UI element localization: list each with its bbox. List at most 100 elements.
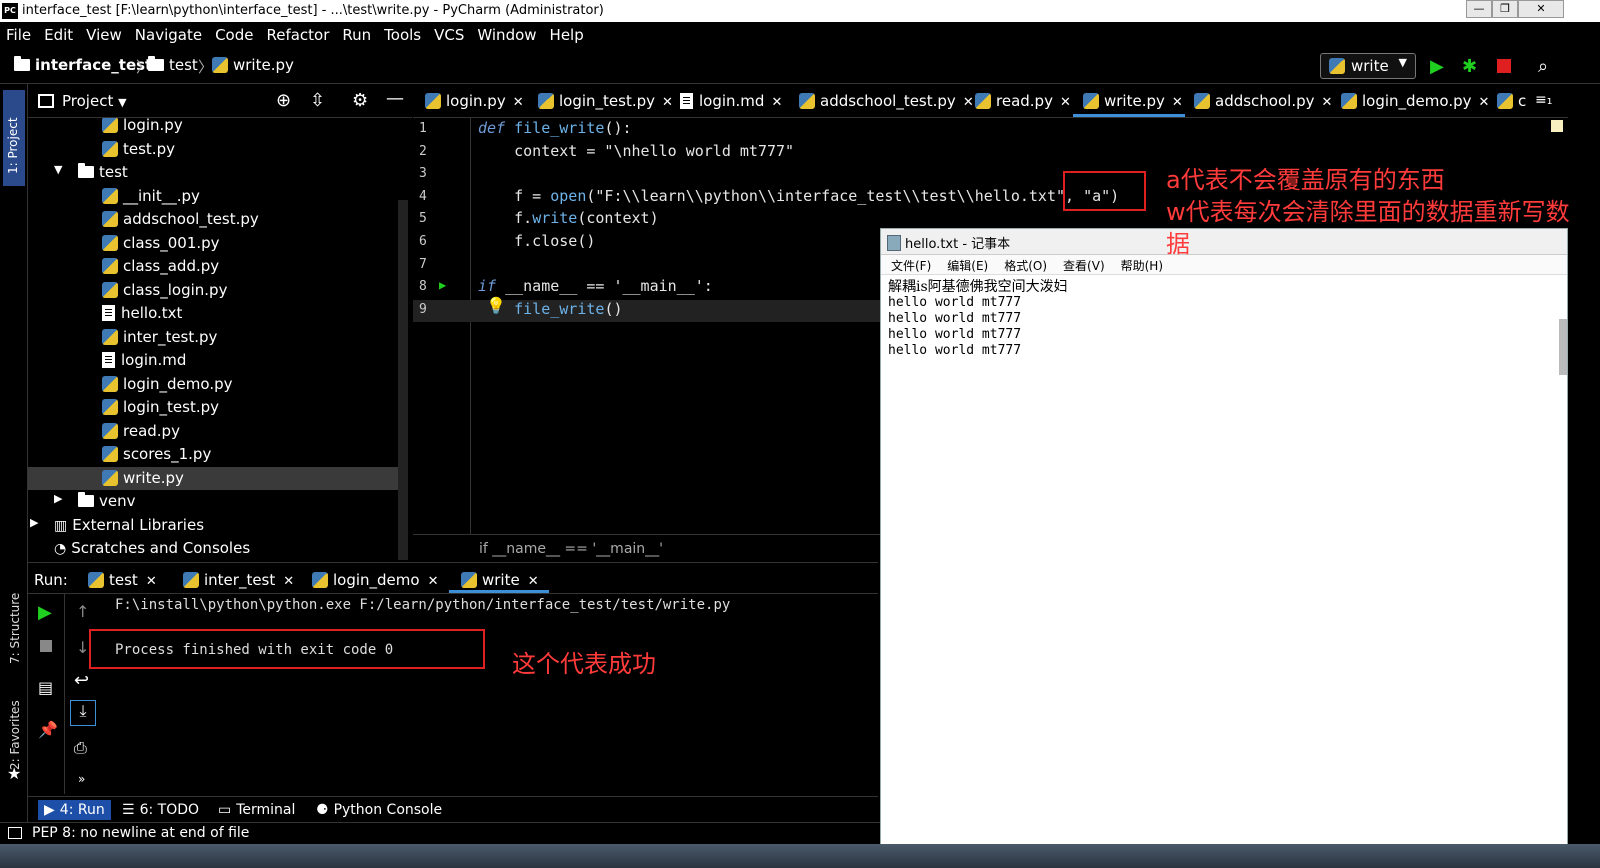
project-view-select[interactable]: Project ▼ <box>62 92 127 110</box>
menu-view[interactable]: View <box>86 26 122 44</box>
rerun-icon[interactable]: ▶ <box>38 602 52 623</box>
run-gutter-icon[interactable]: ▶ <box>439 278 446 292</box>
menu-window[interactable]: Window <box>477 26 536 44</box>
editor-tab[interactable]: login_test.py ✕ <box>538 92 673 110</box>
editor-tab[interactable]: login_demo.py ✕ <box>1341 92 1489 110</box>
notepad-menu-item[interactable]: 查看(V) <box>1063 259 1105 273</box>
run-tab[interactable]: write ✕ <box>461 571 539 589</box>
breadcrumb-file[interactable]: write.py <box>212 56 294 74</box>
stop-icon[interactable] <box>40 640 52 652</box>
notepad-menu-item[interactable]: 帮助(H) <box>1121 259 1163 273</box>
close-icon[interactable]: ✕ <box>771 95 782 110</box>
tree-item[interactable]: hello.txt <box>28 302 398 325</box>
project-tree-scrollbar[interactable] <box>398 200 408 560</box>
close-window-button[interactable]: ✕ <box>1518 0 1564 18</box>
close-icon[interactable]: ✕ <box>963 95 974 110</box>
tab-overflow-icon[interactable]: ≡₁ <box>1535 92 1552 108</box>
notepad-window[interactable]: hello.txt - 记事本 文件(F) 编辑(E) 格式(O) 查看(V) 帮助(H… <box>880 228 1568 868</box>
window-title-bar[interactable]: PC interface_test [F:\learn\python\inter… <box>0 0 1600 22</box>
notepad-scrollbar[interactable] <box>1559 319 1567 375</box>
editor-tab[interactable]: write.py ✕ <box>1083 92 1183 110</box>
bottom-tool-button[interactable]: ☰ 6: TODO <box>122 802 199 818</box>
debug-button[interactable]: ✱ <box>1462 56 1477 77</box>
tree-item[interactable]: ▶ ▥ External Libraries <box>28 514 398 537</box>
tree-item[interactable]: class_001.py <box>28 232 398 255</box>
code-line[interactable]: file_write() <box>478 300 622 318</box>
editor-tab[interactable]: c <box>1497 92 1526 110</box>
menu-refactor[interactable]: Refactor <box>266 26 329 44</box>
notepad-menu-item[interactable]: 编辑(E) <box>947 259 988 273</box>
menu-tools[interactable]: Tools <box>384 26 421 44</box>
notepad-menu-item[interactable]: 格式(O) <box>1004 259 1047 273</box>
menu-code[interactable]: Code <box>215 26 253 44</box>
notepad-title-bar[interactable]: hello.txt - 记事本 <box>881 229 1567 255</box>
menu-edit[interactable]: Edit <box>44 26 73 44</box>
inspection-indicator[interactable] <box>1551 120 1563 132</box>
run-tab[interactable]: login_demo ✕ <box>312 571 439 589</box>
locate-icon[interactable]: ⊕ <box>276 90 291 111</box>
run-tab[interactable]: test ✕ <box>88 571 157 589</box>
close-icon[interactable]: ✕ <box>428 574 439 589</box>
editor-tab[interactable]: read.py ✕ <box>975 92 1071 110</box>
code-line[interactable]: def file_write(): <box>478 119 632 137</box>
code-line[interactable]: f = open("F:\\learn\\python\\interface_t… <box>478 187 1119 205</box>
gear-icon[interactable]: ⚙ <box>352 90 368 111</box>
tree-item[interactable]: inter_test.py <box>28 326 398 349</box>
code-line[interactable]: f.write(context) <box>478 209 659 227</box>
tree-item[interactable]: ◔ Scratches and Consoles <box>28 537 398 560</box>
maximize-button[interactable]: ❐ <box>1492 0 1518 18</box>
layout-icon[interactable]: ▤ <box>38 678 53 697</box>
collapse-all-icon[interactable]: ⇳ <box>310 90 325 111</box>
tree-item[interactable]: scores_1.py <box>28 443 398 466</box>
close-icon[interactable]: ✕ <box>1478 95 1489 110</box>
run-console[interactable]: F:\install\python\python.exe F:/learn/py… <box>101 594 878 794</box>
tree-item[interactable]: read.py <box>28 420 398 443</box>
tree-item[interactable]: login.md <box>28 349 398 372</box>
run-tab[interactable]: inter_test ✕ <box>183 571 294 589</box>
breadcrumb-folder[interactable]: test <box>148 56 198 74</box>
tree-item[interactable]: login_test.py <box>28 396 398 419</box>
notepad-menu-item[interactable]: 文件(F) <box>891 259 931 273</box>
tree-item[interactable]: ▼ test <box>28 161 398 184</box>
structure-tool-button[interactable]: 7: Structure <box>8 593 22 664</box>
tree-item[interactable]: write.py <box>28 466 398 490</box>
menu-vcs[interactable]: VCS <box>434 26 464 44</box>
close-icon[interactable]: ✕ <box>662 95 673 110</box>
scroll-down-icon[interactable]: ↓ <box>76 638 89 657</box>
menu-navigate[interactable]: Navigate <box>135 26 202 44</box>
menu-run[interactable]: Run <box>342 26 371 44</box>
close-icon[interactable]: ✕ <box>1322 95 1333 110</box>
expand-toggle-icon[interactable]: ▼ <box>54 163 62 176</box>
scroll-to-end-icon[interactable]: ⤓ <box>70 700 96 726</box>
close-icon[interactable]: ✕ <box>1060 95 1071 110</box>
scroll-up-icon[interactable]: ↑ <box>76 602 89 621</box>
tree-item[interactable]: login.py <box>28 118 398 137</box>
tree-item[interactable]: class_login.py <box>28 279 398 302</box>
pin-icon[interactable]: 📌 <box>38 720 58 739</box>
breadcrumb-project[interactable]: interface_test <box>14 56 152 74</box>
editor-tab[interactable]: addschool.py ✕ <box>1194 92 1332 110</box>
bottom-tool-button[interactable]: ▭ Terminal <box>218 802 295 818</box>
editor-tab[interactable]: addschool_test.py ✕ <box>799 92 974 110</box>
tree-item[interactable]: __init__.py <box>28 185 398 208</box>
close-icon[interactable]: ✕ <box>283 574 294 589</box>
tree-item[interactable]: test.py <box>28 138 398 161</box>
run-configuration-select[interactable]: write ▼ <box>1320 53 1416 79</box>
favorites-tool-button[interactable]: 2: Favorites <box>8 700 22 770</box>
code-line[interactable]: if __name__ == '__main__': <box>478 277 713 295</box>
menu-file[interactable]: File <box>6 26 31 44</box>
print-icon[interactable]: ⎙ <box>74 738 87 758</box>
tree-item[interactable]: addschool_test.py <box>28 208 398 231</box>
editor-tab[interactable]: login.py ✕ <box>425 92 524 110</box>
menu-help[interactable]: Help <box>550 26 584 44</box>
tree-item[interactable]: class_add.py <box>28 255 398 278</box>
hide-panel-icon[interactable]: — <box>386 88 404 109</box>
code-line[interactable]: context = "\nhello world mt777" <box>478 142 794 160</box>
expand-toggle-icon[interactable]: ▶ <box>54 492 62 505</box>
stop-button[interactable] <box>1497 59 1511 73</box>
bottom-tool-button[interactable]: ⚈ Python Console <box>316 802 442 818</box>
editor-tab[interactable]: login.md ✕ <box>680 92 782 110</box>
close-icon[interactable]: ✕ <box>528 574 539 589</box>
soft-wrap-icon[interactable]: ↩ <box>74 670 89 691</box>
tree-item[interactable]: ▶ venv <box>28 490 398 513</box>
